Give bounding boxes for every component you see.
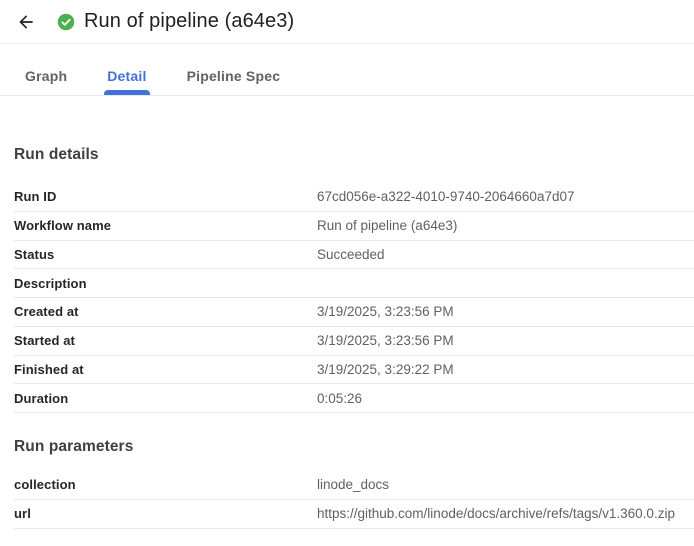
row-value: Run of pipeline (a64e3) [317, 218, 457, 233]
row-label: Description [14, 276, 317, 291]
tab-detail-label: Detail [107, 68, 146, 84]
tab-pipeline-spec[interactable]: Pipeline Spec [167, 68, 301, 95]
tab-graph[interactable]: Graph [5, 68, 87, 95]
row-label: Duration [14, 391, 317, 406]
row-label: Workflow name [14, 218, 317, 233]
arrow-left-icon [16, 12, 36, 32]
table-row: Duration 0:05:26 [14, 384, 694, 413]
table-row: Description [14, 269, 694, 298]
table-row: Started at 3/19/2025, 3:23:56 PM [14, 327, 694, 356]
table-row: Finished at 3/19/2025, 3:29:22 PM [14, 356, 694, 385]
page-title: Run of pipeline (a64e3) [84, 10, 294, 33]
row-label: Status [14, 247, 317, 262]
table-row: Workflow name Run of pipeline (a64e3) [14, 212, 694, 241]
row-label: Started at [14, 333, 317, 348]
row-value: 67cd056e-a322-4010-9740-2064660a7d07 [317, 189, 574, 204]
table-row: url https://github.com/linode/docs/archi… [14, 500, 694, 529]
row-label: collection [14, 477, 317, 492]
table-row: Created at 3/19/2025, 3:23:56 PM [14, 298, 694, 327]
tab-pipeline-spec-label: Pipeline Spec [187, 68, 281, 84]
row-value: 3/19/2025, 3:29:22 PM [317, 362, 454, 377]
row-value: 3/19/2025, 3:23:56 PM [317, 304, 454, 319]
table-row: collection linode_docs [14, 471, 694, 500]
run-parameters-heading: Run parameters [14, 438, 694, 456]
back-button[interactable] [16, 12, 36, 32]
run-details-heading: Run details [14, 146, 694, 164]
table-row: Run ID 67cd056e-a322-4010-9740-2064660a7… [14, 183, 694, 212]
tab-graph-label: Graph [25, 68, 67, 84]
table-row: Status Succeeded [14, 241, 694, 270]
row-value: 0:05:26 [317, 391, 362, 406]
row-value: 3/19/2025, 3:23:56 PM [317, 333, 454, 348]
tab-detail[interactable]: Detail [87, 68, 166, 95]
run-detail-content: Run details Run ID 67cd056e-a322-4010-97… [0, 146, 694, 529]
row-label: Run ID [14, 189, 317, 204]
run-status-success-icon [57, 13, 75, 31]
row-value: https://github.com/linode/docs/archive/r… [317, 506, 675, 521]
active-tab-indicator [104, 90, 149, 95]
tab-bar: Graph Detail Pipeline Spec [0, 44, 694, 96]
row-label: url [14, 506, 317, 521]
row-label: Finished at [14, 362, 317, 377]
row-value: Succeeded [317, 247, 385, 262]
page-header: Run of pipeline (a64e3) [0, 0, 694, 44]
row-value: linode_docs [317, 477, 389, 492]
run-parameters-table: collection linode_docs url https://githu… [14, 471, 694, 529]
row-label: Created at [14, 304, 317, 319]
run-details-table: Run ID 67cd056e-a322-4010-9740-2064660a7… [14, 183, 694, 413]
